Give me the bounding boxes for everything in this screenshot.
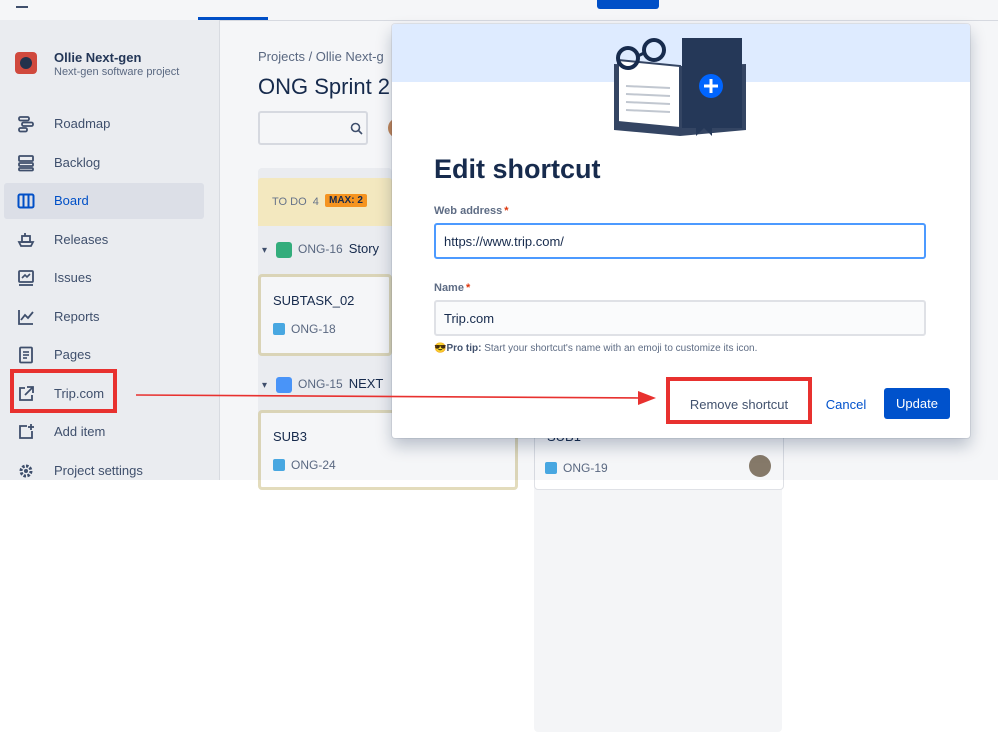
shortcut-illustration xyxy=(614,38,746,136)
pro-tip: 😎Pro tip: Start your shortcut's name wit… xyxy=(434,343,758,354)
update-button[interactable]: Update xyxy=(884,388,950,419)
dialog-title: Edit shortcut xyxy=(434,154,601,184)
name-input[interactable] xyxy=(434,300,926,336)
web-address-label: Web address * xyxy=(434,205,509,217)
name-label: Name * xyxy=(434,282,471,294)
required-marker: * xyxy=(465,282,471,294)
highlight-box-remove-shortcut xyxy=(666,377,812,424)
required-marker: * xyxy=(504,205,509,217)
cancel-button[interactable]: Cancel xyxy=(818,388,874,420)
edit-shortcut-dialog: Edit shortcut Web address* Name* 😎Pro ti… xyxy=(392,24,970,438)
sunglasses-icon: 😎 xyxy=(434,343,447,354)
highlight-box-trip-shortcut xyxy=(10,369,117,413)
web-address-input[interactable] xyxy=(434,223,926,259)
